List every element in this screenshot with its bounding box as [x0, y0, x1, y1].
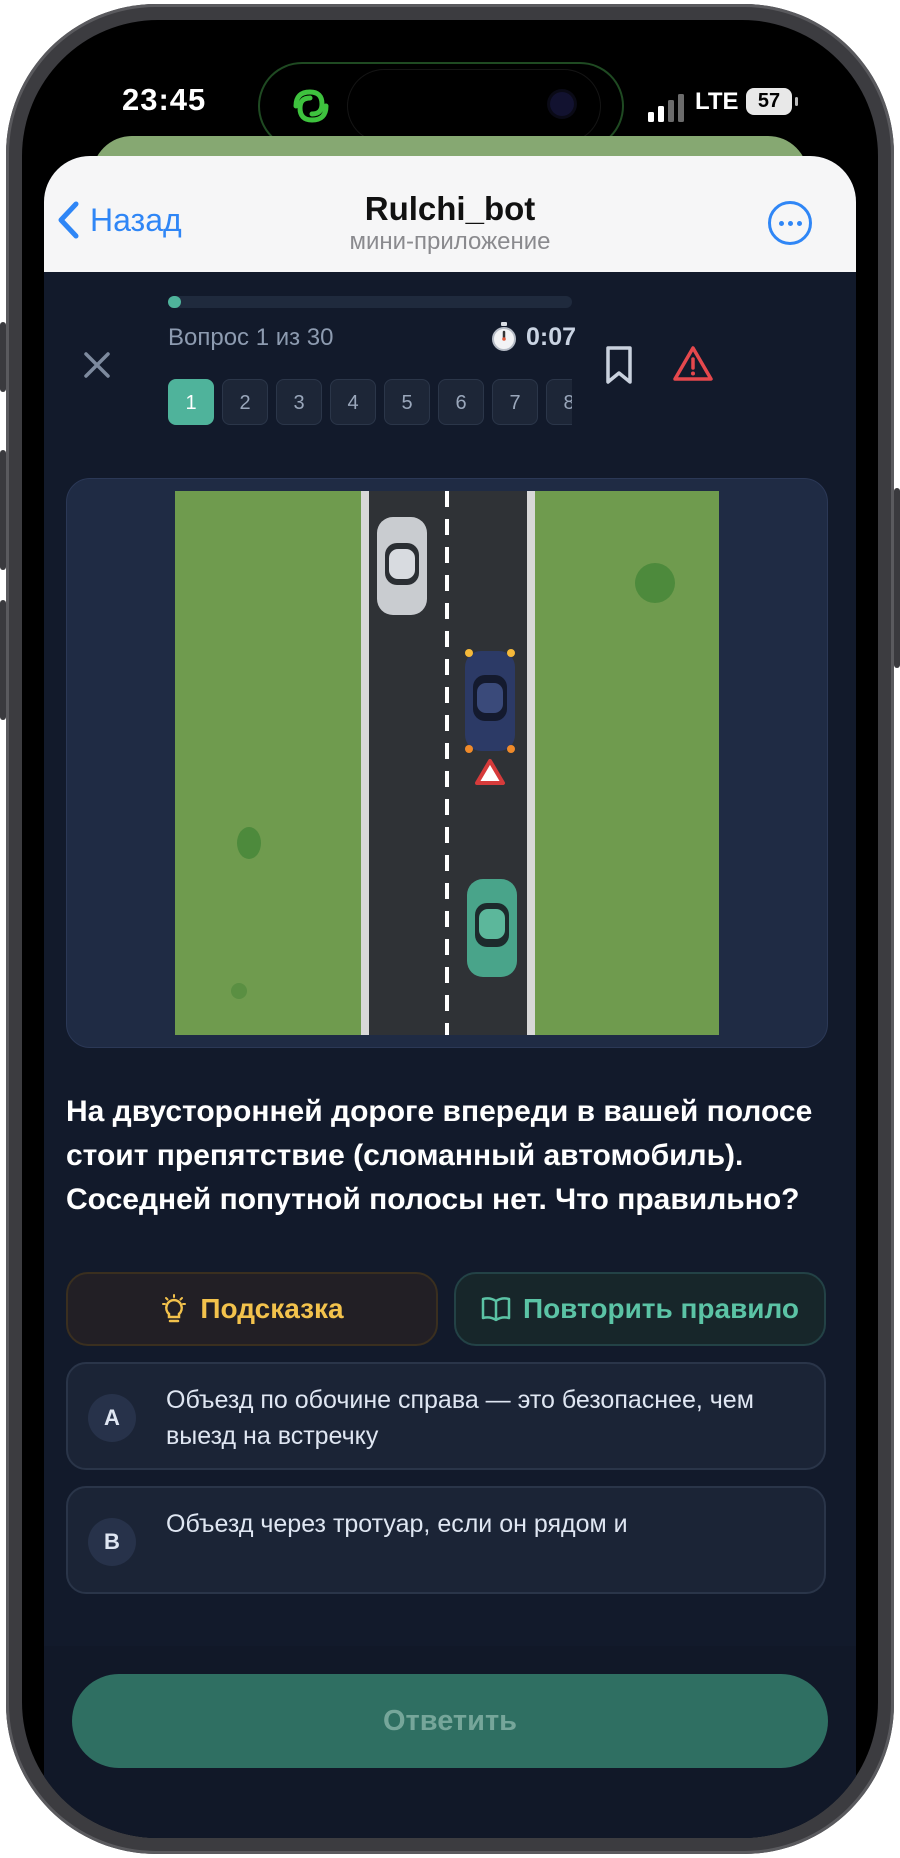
question-number-button[interactable]: 7 — [492, 379, 538, 425]
hint-button[interactable]: Подсказка — [66, 1272, 438, 1346]
bookmark-icon[interactable] — [602, 344, 636, 386]
answer-letter: A — [88, 1394, 136, 1442]
app-logo-icon — [293, 89, 329, 123]
dot-icon — [787, 220, 793, 226]
question-number-button[interactable]: 5 — [384, 379, 430, 425]
white-car — [377, 517, 427, 615]
dot-icon — [778, 220, 784, 226]
question-number-button[interactable]: 1 — [168, 379, 214, 425]
battery-indicator: 57 — [746, 88, 798, 115]
mini-app-sheet: Назад Rulchi_bot мини-приложение Вопрос … — [44, 156, 856, 1838]
bot-title: Rulchi_bot — [364, 190, 536, 227]
answer-letter: B — [88, 1518, 136, 1566]
question-text: На двусторонней дороге впереди в вашей п… — [66, 1095, 813, 1216]
broken-down-car — [465, 649, 515, 753]
question-number-button[interactable]: 2 — [222, 379, 268, 425]
question-number-button[interactable]: 6 — [438, 379, 484, 425]
quiz-app: Вопрос 1 из 30 0:07 123456789 — [44, 272, 856, 1838]
front-camera — [550, 92, 574, 116]
lightbulb-icon — [162, 1294, 187, 1323]
bot-subtitle: мини-приложение — [349, 228, 551, 255]
telegram-header: Назад Rulchi_bot мини-приложение — [44, 156, 856, 272]
submit-answer-button[interactable]: Ответить — [72, 1674, 828, 1768]
question-navigator: 123456789 — [168, 379, 572, 429]
question-counter: Вопрос 1 из 30 — [168, 324, 334, 351]
status-time: 23:45 — [122, 82, 207, 117]
warning-icon[interactable] — [672, 345, 714, 383]
timer: 0:07 — [490, 322, 576, 352]
action-button — [0, 322, 6, 392]
question-number-button[interactable]: 8 — [546, 379, 572, 425]
answer-option[interactable]: B Объезд через тротуар, если он рядом и — [66, 1486, 826, 1594]
close-icon[interactable] — [80, 348, 114, 382]
answer-option[interactable]: A Объезд по обочине справа — это безопас… — [66, 1362, 826, 1470]
teal-car — [467, 879, 517, 977]
road-scene-illustration — [175, 491, 719, 1035]
volume-down-button — [0, 600, 6, 720]
power-button — [894, 488, 900, 668]
network-type: LTE — [695, 88, 739, 115]
answer-list: A Объезд по обочине справа — это безопас… — [66, 1362, 826, 1632]
phone-frame: 23:45 LTE 57 Назад Rulchi_bot мини-прило… — [0, 4, 900, 1854]
book-icon — [481, 1297, 511, 1322]
volume-up-button — [0, 450, 6, 570]
progress-fill — [168, 296, 182, 308]
bottom-bar: Ответить — [44, 1646, 856, 1838]
more-options-button[interactable] — [768, 201, 812, 245]
question-number-button[interactable]: 4 — [330, 379, 376, 425]
hint-label: Подсказка — [200, 1293, 344, 1324]
answer-text: Объезд по обочине справа — это безопасне… — [166, 1386, 754, 1450]
progress-bar — [168, 296, 572, 308]
signal-icon — [648, 94, 684, 122]
answer-text: Объезд через тротуар, если он рядом и — [166, 1510, 628, 1538]
repeat-rule-label: Повторить правило — [522, 1293, 800, 1324]
question-image-card — [66, 478, 828, 1048]
dot-icon — [796, 220, 802, 226]
phone-screen: 23:45 LTE 57 Назад Rulchi_bot мини-прило… — [22, 20, 878, 1838]
question-number-button[interactable]: 3 — [276, 379, 322, 425]
timer-value: 0:07 — [526, 322, 577, 351]
stopwatch-icon — [492, 322, 516, 351]
repeat-rule-button[interactable]: Повторить правило — [454, 1272, 826, 1346]
